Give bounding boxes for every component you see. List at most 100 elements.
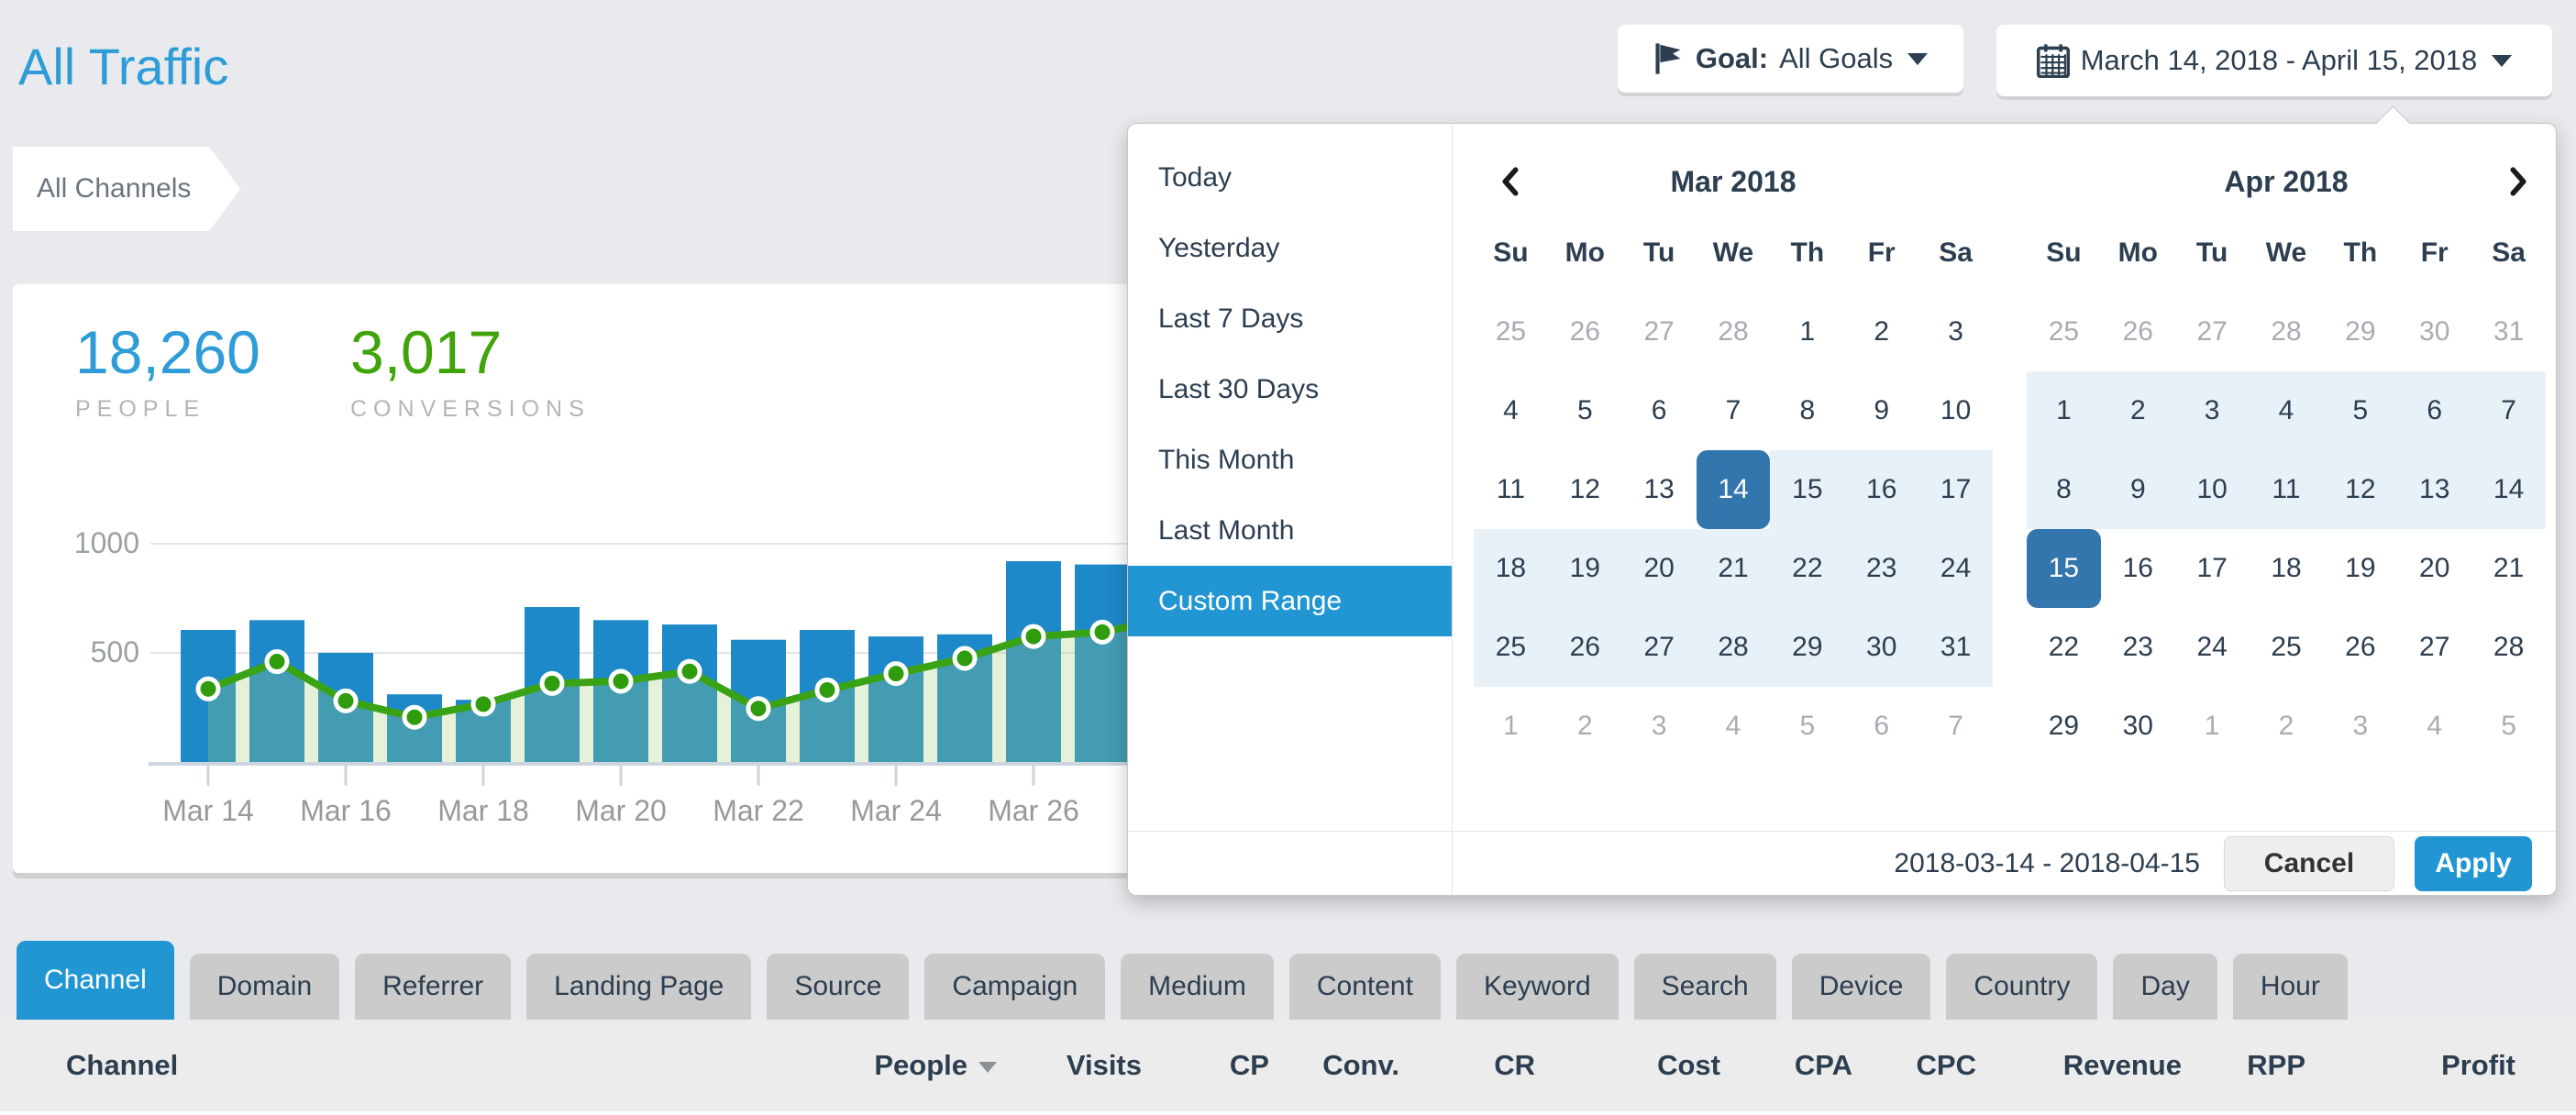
day-cell[interactable]: 26: [2323, 608, 2397, 687]
tab-hour[interactable]: Hour: [2233, 954, 2348, 1020]
day-cell[interactable]: 22: [2027, 608, 2101, 687]
day-cell[interactable]: 26: [1548, 608, 1622, 687]
day-cell[interactable]: 6: [2397, 371, 2471, 450]
day-cell[interactable]: 5: [2471, 687, 2546, 766]
day-cell[interactable]: 2: [1844, 293, 1918, 371]
day-cell[interactable]: 12: [1548, 450, 1622, 529]
day-cell[interactable]: 9: [1844, 371, 1918, 450]
day-cell[interactable]: 3: [1918, 293, 1993, 371]
day-cell[interactable]: 4: [2250, 371, 2324, 450]
day-cell[interactable]: 28: [2250, 293, 2324, 371]
day-cell[interactable]: 24: [2175, 608, 2250, 687]
day-cell[interactable]: 18: [2250, 529, 2324, 608]
tab-referrer[interactable]: Referrer: [355, 954, 511, 1020]
date-range-button[interactable]: March 14, 2018 - April 15, 2018: [1996, 25, 2552, 96]
day-cell[interactable]: 28: [1697, 608, 1771, 687]
day-cell[interactable]: 21: [1697, 529, 1771, 608]
tab-campaign[interactable]: Campaign: [924, 954, 1105, 1020]
tab-medium[interactable]: Medium: [1121, 954, 1274, 1020]
day-cell[interactable]: 6: [1622, 371, 1697, 450]
day-cell[interactable]: 24: [1918, 529, 1993, 608]
day-cell[interactable]: 19: [2323, 529, 2397, 608]
day-cell[interactable]: 25: [2027, 293, 2101, 371]
day-cell[interactable]: 15: [1770, 450, 1844, 529]
day-cell[interactable]: 30: [2397, 293, 2471, 371]
day-cell[interactable]: 17: [1918, 450, 1993, 529]
tab-country[interactable]: Country: [1946, 954, 2097, 1020]
goal-selector-button[interactable]: Goal: All Goals: [1618, 25, 1963, 93]
preset-this-month[interactable]: This Month: [1128, 425, 1452, 495]
column-header-cost[interactable]: Cost: [1657, 1020, 1720, 1111]
day-cell[interactable]: 1: [2175, 687, 2250, 766]
column-header-channel[interactable]: Channel: [66, 1020, 178, 1111]
day-cell[interactable]: 6: [1844, 687, 1918, 766]
day-cell[interactable]: 13: [1622, 450, 1697, 529]
preset-yesterday[interactable]: Yesterday: [1128, 213, 1452, 283]
tab-source[interactable]: Source: [767, 954, 909, 1020]
column-header-conv-[interactable]: Conv.: [1322, 1020, 1399, 1111]
day-cell[interactable]: 30: [2101, 687, 2175, 766]
day-cell[interactable]: 26: [1548, 293, 1622, 371]
day-cell[interactable]: 2: [1548, 687, 1622, 766]
day-cell[interactable]: 17: [2175, 529, 2250, 608]
column-header-cpa[interactable]: CPA: [1795, 1020, 1852, 1111]
apply-button[interactable]: Apply: [2415, 836, 2532, 891]
day-cell[interactable]: 11: [2250, 450, 2324, 529]
preset-last-7-days[interactable]: Last 7 Days: [1128, 283, 1452, 354]
column-header-cr[interactable]: CR: [1494, 1020, 1535, 1111]
day-cell[interactable]: 29: [1770, 608, 1844, 687]
day-cell[interactable]: 4: [1474, 371, 1548, 450]
column-header-cp[interactable]: CP: [1230, 1020, 1269, 1111]
preset-today[interactable]: Today: [1128, 142, 1452, 213]
day-cell[interactable]: 26: [2101, 293, 2175, 371]
day-cell[interactable]: 12: [2323, 450, 2397, 529]
day-cell[interactable]: 29: [2323, 293, 2397, 371]
day-cell[interactable]: 7: [1918, 687, 1993, 766]
column-header-profit[interactable]: Profit: [2441, 1020, 2515, 1111]
day-cell[interactable]: 20: [2397, 529, 2471, 608]
day-cell[interactable]: 27: [2175, 293, 2250, 371]
day-cell[interactable]: 3: [1622, 687, 1697, 766]
tab-content[interactable]: Content: [1289, 954, 1441, 1020]
day-cell[interactable]: 15: [2027, 529, 2101, 608]
day-cell[interactable]: 4: [2397, 687, 2471, 766]
day-cell[interactable]: 27: [1622, 608, 1697, 687]
day-cell[interactable]: 25: [1474, 608, 1548, 687]
day-cell[interactable]: 1: [2027, 371, 2101, 450]
day-cell[interactable]: 31: [1918, 608, 1993, 687]
day-cell[interactable]: 23: [2101, 608, 2175, 687]
day-cell[interactable]: 10: [1918, 371, 1993, 450]
day-cell[interactable]: 3: [2323, 687, 2397, 766]
day-cell[interactable]: 29: [2027, 687, 2101, 766]
day-cell[interactable]: 11: [1474, 450, 1548, 529]
tab-day[interactable]: Day: [2113, 954, 2217, 1020]
day-cell[interactable]: 16: [1844, 450, 1918, 529]
day-cell[interactable]: 27: [1622, 293, 1697, 371]
day-cell[interactable]: 7: [1697, 371, 1771, 450]
tab-channel[interactable]: Channel: [17, 941, 174, 1020]
day-cell[interactable]: 2: [2101, 371, 2175, 450]
day-cell[interactable]: 3: [2175, 371, 2250, 450]
day-cell[interactable]: 16: [2101, 529, 2175, 608]
day-cell[interactable]: 22: [1770, 529, 1844, 608]
day-cell[interactable]: 5: [1770, 687, 1844, 766]
tab-landing-page[interactable]: Landing Page: [526, 954, 751, 1020]
day-cell[interactable]: 31: [2471, 293, 2546, 371]
preset-last-30-days[interactable]: Last 30 Days: [1128, 354, 1452, 425]
day-cell[interactable]: 30: [1844, 608, 1918, 687]
tab-keyword[interactable]: Keyword: [1456, 954, 1619, 1020]
day-cell[interactable]: 21: [2471, 529, 2546, 608]
breadcrumb[interactable]: All Channels: [13, 147, 240, 231]
column-header-visits[interactable]: Visits: [1067, 1020, 1142, 1111]
day-cell[interactable]: 10: [2175, 450, 2250, 529]
day-cell[interactable]: 19: [1548, 529, 1622, 608]
day-cell[interactable]: 28: [1697, 293, 1771, 371]
day-cell[interactable]: 28: [2471, 608, 2546, 687]
cancel-button[interactable]: Cancel: [2224, 836, 2394, 891]
day-cell[interactable]: 5: [2323, 371, 2397, 450]
day-cell[interactable]: 13: [2397, 450, 2471, 529]
day-cell[interactable]: 2: [2250, 687, 2324, 766]
day-cell[interactable]: 9: [2101, 450, 2175, 529]
day-cell[interactable]: 14: [1697, 450, 1771, 529]
next-month-button[interactable]: [2496, 149, 2540, 214]
